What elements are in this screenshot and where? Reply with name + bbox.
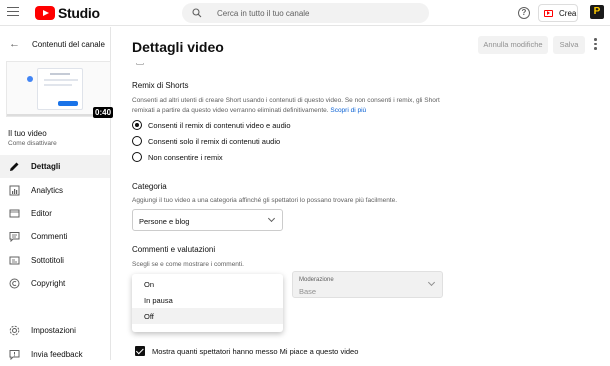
create-label: Crea [559,8,577,18]
cut-off-text [152,63,352,64]
sidebar-item-label: Analytics [31,186,64,195]
chevron-down-icon [267,214,276,223]
sidebar-item-editor[interactable]: Editor [0,202,110,225]
video-camera-icon [544,9,553,17]
subtitles-icon [8,255,20,267]
radio-label: Non consentire i remix [148,152,223,162]
dropdown-option-off[interactable]: Off [132,308,283,324]
search-input[interactable] [217,8,417,18]
feedback-icon [8,349,20,361]
radio-button [132,152,142,162]
video-subtitle: Come disattivare [8,140,57,147]
category-value: Persone e blog [139,217,190,226]
editor-icon [8,208,20,220]
help-icon[interactable]: ? [518,7,530,19]
sidebar: ← Contenuti del canale 0:40 Il tuo video… [0,27,114,360]
show-likes-label: Mostra quanti spettatori hanno messo Mi … [152,346,359,356]
remix-desc-line1: Consenti ad altri utenti di creare Short… [132,97,440,104]
dropdown-option-paused[interactable]: In pausa [132,292,283,308]
radio-label: Consenti il remix di contenuti video e a… [148,120,291,130]
details-content: Remix di Shorts Consenti ad altri utenti… [112,63,610,360]
sidebar-item-impostazioni[interactable]: Impostazioni [0,319,110,342]
sidebar-item-label: Copyright [31,279,66,288]
search-icon [192,8,202,18]
sidebar-item-dettagli[interactable]: Dettagli [0,155,110,178]
category-select[interactable]: Persone e blog [132,209,283,231]
sidebar-item-label: Sottotitoli [31,256,64,265]
copyright-icon [8,278,20,290]
dropdown-option-label: Off [144,311,154,321]
remix-option-video-audio[interactable]: Consenti il remix di contenuti video e a… [132,120,291,130]
video-duration: 0:40 [93,107,114,118]
more-options-icon[interactable] [594,38,597,52]
comments-title: Commenti e valutazioni [132,245,216,254]
remix-option-audio-only[interactable]: Consenti solo il remix di contenuti audi… [132,136,280,146]
back-to-content[interactable]: ← Contenuti del canale [0,27,110,61]
show-likes-checkbox-row[interactable]: Mostra quanti spettatori hanno messo Mi … [135,346,358,356]
main-header: Dettagli video Annulla modifiche Salva [112,27,610,63]
moderation-value: Base [299,287,317,296]
category-description: Aggiungi il tuo video a una categoria af… [132,197,398,204]
dropdown-option-on[interactable]: On [132,276,283,292]
sidebar-item-label: Dettagli [31,162,61,171]
comments-dropdown-menu: On In pausa Off [132,274,283,332]
remix-title: Remix di Shorts [132,81,189,90]
settings-icon [8,325,20,337]
sidebar-item-analytics[interactable]: Analytics [0,179,110,202]
category-title: Categoria [132,182,167,191]
sidebar-item-copyright[interactable]: Copyright [0,272,110,295]
logo-text: Studio [58,5,100,21]
sidebar-item-label: Editor [31,209,52,218]
video-title: Il tuo video [8,129,47,138]
thumbnail-dot [27,76,33,82]
moderation-label: Moderazione [299,277,334,283]
studio-logo[interactable]: Studio [35,5,100,21]
checkbox-checked[interactable] [135,346,145,356]
sidebar-item-commenti[interactable]: Commenti [0,225,110,248]
analytics-icon [8,185,20,197]
radio-label: Consenti solo il remix di contenuti audi… [148,136,281,146]
thumbnail-card [37,68,83,110]
remix-desc-line2: remixati a partire da questo video verra… [132,106,329,114]
comments-description: Scegli se e come mostrare i commenti. [132,261,244,268]
top-bar: Studio ? Crea P [0,0,610,26]
undo-changes-button[interactable]: Annulla modifiche [478,36,548,54]
sidebar-item-label: Impostazioni [31,326,76,335]
pencil-icon [8,161,20,173]
create-button[interactable]: Crea [538,4,578,22]
sidebar-item-sottotitoli[interactable]: Sottotitoli [0,249,110,272]
back-label: Contenuti del canale [32,39,105,49]
arrow-left-icon: ← [9,38,20,50]
radio-button [132,136,142,146]
page-title: Dettagli video [132,39,224,55]
sidebar-item-feedback[interactable]: Invia feedback [0,343,110,366]
moderation-select[interactable]: Moderazione Base [292,271,443,298]
chevron-down-icon [427,278,436,287]
sidebar-item-label: Invia feedback [31,350,83,359]
comments-icon [8,231,20,243]
youtube-logo-icon [35,6,55,20]
learn-more-link[interactable]: Scopri di più [330,107,366,114]
remix-option-none[interactable]: Non consentire i remix [132,152,223,162]
save-button[interactable]: Salva [553,36,585,54]
dropdown-option-label: On [144,279,155,289]
dropdown-option-label: In pausa [144,295,173,305]
cut-off-checkbox [136,63,144,65]
search-bar[interactable] [182,3,429,23]
menu-icon[interactable] [7,7,19,17]
remix-description: Consenti ad altri utenti di creare Short… [132,96,452,115]
radio-button-checked [132,120,142,130]
avatar[interactable]: P [590,5,604,19]
sidebar-item-label: Commenti [31,232,68,241]
